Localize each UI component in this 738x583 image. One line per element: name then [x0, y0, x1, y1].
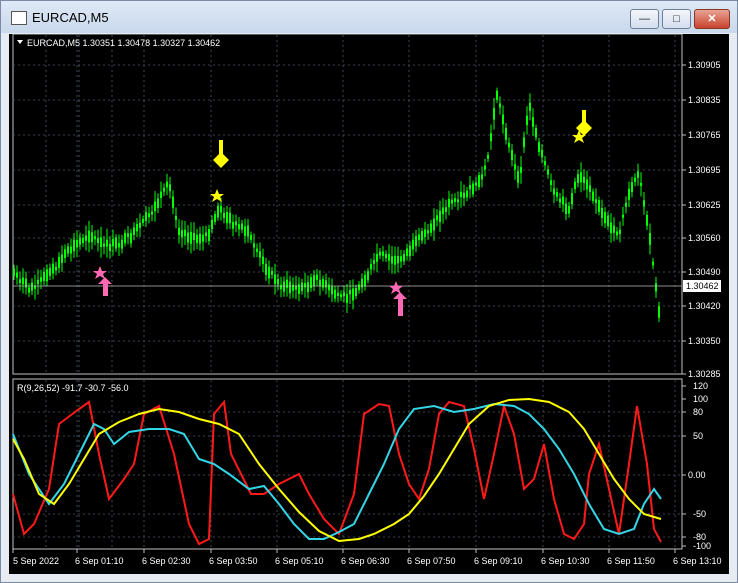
chart-header: EURCAD,M5 1.30351 1.30478 1.30327 1.3046…: [27, 38, 220, 48]
price-tick-label: 1.30560: [688, 233, 721, 243]
maximize-button[interactable]: □: [662, 9, 691, 29]
time-tick-label: 6 Sep 01:10: [75, 556, 124, 566]
price-tick-label: 1.30285: [688, 369, 721, 379]
indicator-tick-label: 0.00: [688, 470, 706, 480]
time-tick-label: 6 Sep 05:10: [275, 556, 324, 566]
price-axis[interactable]: 1.30905 1.30835 1.30765 1.30695 1.30625 1.305…: [682, 60, 721, 379]
time-tick-label: 6 Sep 06:30: [341, 556, 390, 566]
time-tick-label: 6 Sep 02:30: [142, 556, 191, 566]
chart-window: EURCAD,M5 — □ ✕ EURCAD,M5 1.30351 1.3047…: [0, 0, 738, 583]
time-axis[interactable]: 5 Sep 2022 6 Sep 01:10 6 Sep 02:30 6 Sep 03…: [12, 549, 722, 566]
minimize-button[interactable]: —: [630, 9, 659, 29]
indicator-axis[interactable]: 12010080500.00-50-80-100: [682, 381, 711, 551]
time-tick-label: 6 Sep 11:50: [607, 556, 655, 566]
price-tick-label: 1.30420: [688, 301, 721, 311]
indicator-tick-label: -100: [693, 541, 711, 551]
chart-window-icon: [11, 11, 27, 25]
close-button[interactable]: ✕: [694, 9, 730, 29]
time-tick-label: 6 Sep 07:50: [407, 556, 456, 566]
time-tick-label: 6 Sep 03:50: [209, 556, 258, 566]
window-title: EURCAD,M5: [32, 10, 109, 25]
price-tick-label: 1.30765: [688, 130, 721, 140]
price-tick-label: 1.30490: [688, 267, 721, 277]
time-tick-label: 6 Sep 13:10: [673, 556, 722, 566]
indicator-header: R(9,26,52) -91.7 -30.7 -56.0: [17, 383, 129, 393]
time-tick-label: 6 Sep 09:10: [474, 556, 523, 566]
price-panel[interactable]: [12, 33, 683, 375]
current-price-label: 1.30462: [686, 281, 719, 291]
title-bar[interactable]: EURCAD,M5 — □ ✕: [1, 1, 737, 33]
price-tick-label: 1.30695: [688, 165, 721, 175]
indicator-tick-label: 50: [693, 431, 703, 441]
indicator-tick-label: 100: [693, 394, 708, 404]
time-tick-label: 6 Sep 10:30: [541, 556, 590, 566]
price-tick-label: 1.30835: [688, 95, 721, 105]
price-tick-label: 1.30905: [688, 60, 721, 70]
chart-area[interactable]: EURCAD,M5 1.30351 1.30478 1.30327 1.3046…: [9, 33, 729, 574]
indicator-tick-label: 80: [693, 407, 703, 417]
indicator-tick-label: 120: [693, 381, 708, 391]
price-tick-label: 1.30350: [688, 336, 721, 346]
price-tick-label: 1.30625: [688, 200, 721, 210]
indicator-tick-label: -50: [693, 509, 706, 519]
time-tick-label: 5 Sep 2022: [13, 556, 59, 566]
indicator-panel[interactable]: [12, 378, 683, 550]
